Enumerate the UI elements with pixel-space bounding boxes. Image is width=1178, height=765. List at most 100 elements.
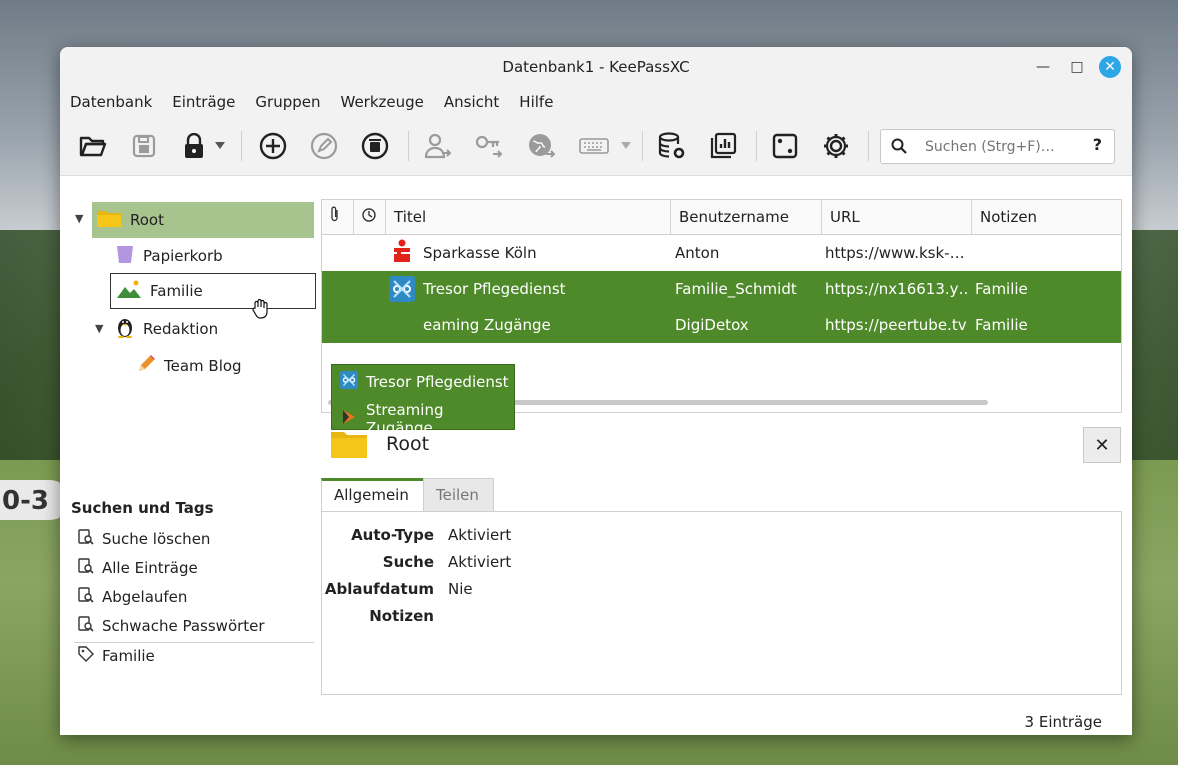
clock-icon xyxy=(362,208,376,226)
sparkasse-icon xyxy=(391,239,413,267)
status-entry-count: 3 Einträge xyxy=(1024,713,1102,731)
toolbar-separator xyxy=(642,131,643,161)
save-database-icon[interactable] xyxy=(128,130,160,162)
nextcloud-icon xyxy=(340,371,358,393)
entry-username: Familie_Schmidt xyxy=(675,280,797,298)
entry-notes: Familie xyxy=(975,280,1028,298)
add-entry-icon[interactable] xyxy=(257,130,289,162)
group-familie-label: Familie xyxy=(150,282,203,300)
autotype-dropdown-chevron-icon[interactable] xyxy=(618,130,634,162)
copy-username-icon[interactable] xyxy=(422,130,454,162)
search-item-expired[interactable]: Abgelaufen xyxy=(78,587,187,607)
search-tags-heading: Suchen und Tags xyxy=(71,499,214,517)
group-redaktion[interactable]: Redaktion xyxy=(115,311,218,347)
menu-eintraege[interactable]: Einträge xyxy=(172,93,235,111)
autotype-icon[interactable] xyxy=(576,130,612,162)
search-document-icon xyxy=(78,529,94,549)
menu-bar: Datenbank Einträge Gruppen Werkzeuge Ans… xyxy=(60,87,1132,117)
tab-allgemein[interactable]: Allgemein xyxy=(321,478,424,512)
pencil-icon xyxy=(136,354,156,378)
close-detail-button[interactable]: ✕ xyxy=(1083,427,1121,463)
table-row[interactable]: Sparkasse Köln Anton https://www.ksk-… xyxy=(322,235,1121,271)
tag-familie[interactable]: Familie xyxy=(78,646,155,666)
drag-item: Streaming Zugänge xyxy=(340,401,514,437)
group-familie[interactable]: Familie xyxy=(110,273,316,309)
settings-icon[interactable] xyxy=(820,130,852,162)
database-settings-icon[interactable] xyxy=(656,130,688,162)
table-header: Titel Benutzername URL Notizen xyxy=(322,200,1121,235)
title-bar: Datenbank1 - KeePassXC — □ ✕ xyxy=(60,47,1132,87)
drag-item: Tresor Pflegedienst xyxy=(340,371,509,393)
keepassxc-window: Datenbank1 - KeePassXC — □ ✕ Datenbank E… xyxy=(60,47,1132,735)
col-modified[interactable] xyxy=(354,200,386,234)
col-notes[interactable]: Notizen xyxy=(972,200,1121,234)
field-key: Notizen xyxy=(369,607,434,625)
search-item-label: Alle Einträge xyxy=(102,559,198,577)
window-title: Datenbank1 - KeePassXC xyxy=(502,58,690,76)
table-row[interactable]: eaming Zugänge DigiDetox https://peertub… xyxy=(322,307,1121,343)
drag-item-label: Tresor Pflegedienst xyxy=(366,373,509,391)
search-item-label: Suche löschen xyxy=(102,530,211,548)
drag-preview-tooltip: Tresor Pflegedienst Streaming Zugänge xyxy=(331,364,515,437)
group-root-label: Root xyxy=(130,211,164,229)
folder-icon xyxy=(96,208,122,232)
search-document-icon xyxy=(78,558,94,578)
minimize-button[interactable]: — xyxy=(1032,56,1054,78)
entry-title: Tresor Pflegedienst xyxy=(423,280,566,298)
drag-hand-cursor-icon xyxy=(250,297,272,323)
search-document-icon xyxy=(78,587,94,607)
toolbar-separator xyxy=(756,131,757,161)
group-root[interactable]: Root xyxy=(92,202,314,238)
col-username[interactable]: Benutzername xyxy=(671,200,822,234)
toolbar-separator xyxy=(241,131,242,161)
field-value: Aktiviert xyxy=(448,526,512,544)
entry-username: Anton xyxy=(675,244,720,262)
entry-url: https://www.ksk-… xyxy=(825,244,965,262)
redaktion-expand-arrow-icon[interactable]: ▼ xyxy=(95,322,103,335)
menu-gruppen[interactable]: Gruppen xyxy=(255,93,320,111)
search-item-clear[interactable]: Suche löschen xyxy=(78,529,210,549)
entry-notes: Familie xyxy=(975,316,1028,334)
password-generator-icon[interactable] xyxy=(769,130,801,162)
group-team-blog[interactable]: Team Blog xyxy=(136,348,242,384)
open-database-icon[interactable] xyxy=(77,130,109,162)
edit-entry-icon[interactable] xyxy=(308,130,340,162)
col-url[interactable]: URL xyxy=(822,200,972,234)
menu-ansicht[interactable]: Ansicht xyxy=(444,93,499,111)
maximize-button[interactable]: □ xyxy=(1066,56,1088,78)
group-sidebar: ▼ Root Papierkorb Familie ▼ Redaktion Te… xyxy=(60,189,320,735)
tags-divider xyxy=(74,642,314,643)
lock-database-icon[interactable] xyxy=(178,130,210,162)
field-key: Auto-Type xyxy=(351,526,434,544)
search-help-button[interactable]: ? xyxy=(1093,135,1102,154)
tag-label: Familie xyxy=(102,647,155,665)
table-row[interactable]: Tresor Pflegedienst Familie_Schmidt http… xyxy=(322,271,1121,307)
lock-dropdown-chevron-icon[interactable] xyxy=(212,130,228,162)
search-item-weak-passwords[interactable]: Schwache Passwörter xyxy=(78,616,265,636)
group-papierkorb[interactable]: Papierkorb xyxy=(115,238,223,274)
search-item-all-entries[interactable]: Alle Einträge xyxy=(78,558,198,578)
toolbar-separator xyxy=(868,131,869,161)
search-input[interactable] xyxy=(923,135,1077,159)
root-expand-arrow-icon[interactable]: ▼ xyxy=(75,212,83,225)
group-team-blog-label: Team Blog xyxy=(164,357,242,375)
copy-password-icon[interactable] xyxy=(474,130,506,162)
toolbar-separator xyxy=(408,131,409,161)
col-attachment[interactable] xyxy=(322,200,354,234)
menu-datenbank[interactable]: Datenbank xyxy=(70,93,152,111)
menu-hilfe[interactable]: Hilfe xyxy=(519,93,553,111)
field-key: Suche xyxy=(382,553,434,571)
menu-werkzeuge[interactable]: Werkzeuge xyxy=(341,93,424,111)
linux-penguin-icon xyxy=(115,316,135,342)
close-window-button[interactable]: ✕ xyxy=(1099,56,1121,78)
delete-entry-icon[interactable] xyxy=(359,130,391,162)
image-icon xyxy=(116,279,142,303)
open-url-icon[interactable] xyxy=(525,130,557,162)
tab-teilen[interactable]: Teilen xyxy=(423,478,494,511)
play-icon xyxy=(340,408,358,430)
col-title[interactable]: Titel xyxy=(386,200,671,234)
reports-icon[interactable] xyxy=(707,130,739,162)
search-item-label: Schwache Passwörter xyxy=(102,617,265,635)
search-document-icon xyxy=(78,616,94,636)
field-value: Aktiviert xyxy=(448,553,512,571)
